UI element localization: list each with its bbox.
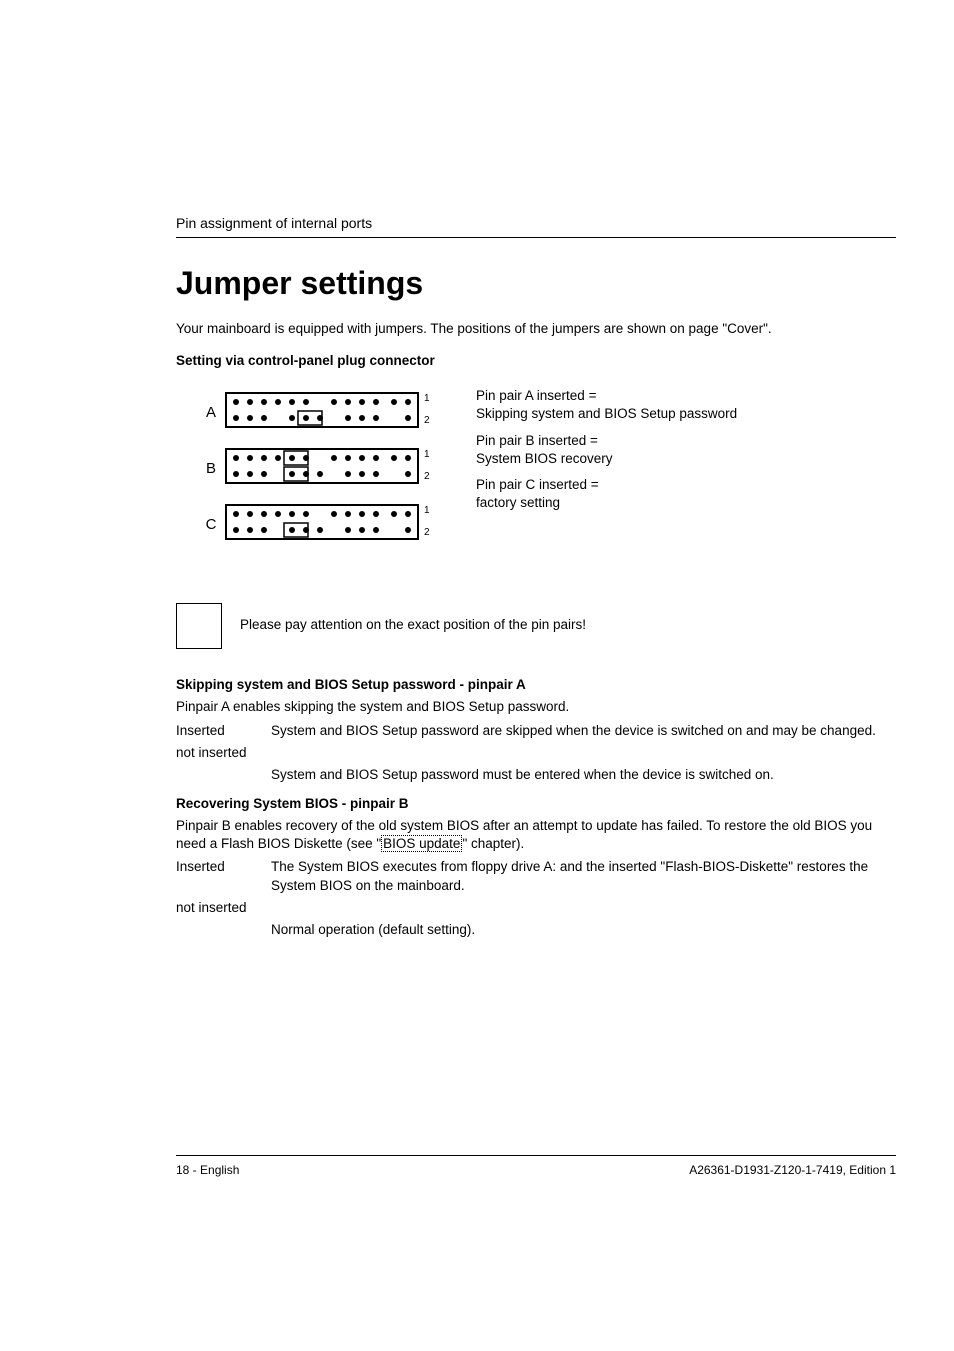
section-b-para-suffix: " chapter). <box>462 836 524 851</box>
desc-b-line1: Pin pair B inserted = <box>476 433 598 448</box>
setting-header: Setting via control-panel plug connector <box>176 352 896 370</box>
section-a-notinserted-text: System and BIOS Setup password must be e… <box>271 766 896 784</box>
section-b-inserted-text: The System BIOS executes from floppy dri… <box>271 858 896 894</box>
footer-rule <box>176 1155 896 1156</box>
desc-b-line2: System BIOS recovery <box>476 451 613 466</box>
svg-text:1: 1 <box>424 449 430 460</box>
svg-text:1: 1 <box>424 393 430 404</box>
page-title: Jumper settings <box>176 265 896 302</box>
section-a-heading: Skipping system and BIOS Setup password … <box>176 677 896 692</box>
desc-c-line1: Pin pair C inserted = <box>476 477 599 492</box>
note-text: Please pay attention on the exact positi… <box>222 603 586 632</box>
note-icon-box <box>176 603 222 649</box>
svg-text:A: A <box>206 404 216 421</box>
svg-text:1: 1 <box>424 505 430 516</box>
svg-text:2: 2 <box>424 527 430 538</box>
desc-a-line2: Skipping system and BIOS Setup password <box>476 406 737 421</box>
section-a-paragraph: Pinpair A enables skipping the system an… <box>176 698 896 716</box>
section-b-inserted-label: Inserted <box>176 858 271 894</box>
svg-text:C: C <box>206 516 217 533</box>
svg-text:2: 2 <box>424 415 430 426</box>
bios-update-link[interactable]: BIOS update <box>381 835 462 852</box>
svg-text:B: B <box>206 460 216 477</box>
section-a-inserted-label: Inserted <box>176 722 271 740</box>
footer-right: A26361-D1931-Z120-1-7419, Edition 1 <box>689 1163 896 1177</box>
footer-left: 18 - English <box>176 1163 239 1177</box>
section-b-notinserted-text: Normal operation (default setting). <box>271 921 896 939</box>
svg-text:2: 2 <box>424 471 430 482</box>
section-a-notinserted-label: not inserted <box>176 744 271 762</box>
section-b-paragraph: Pinpair B enables recovery of the old sy… <box>176 817 896 852</box>
intro-paragraph: Your mainboard is equipped with jumpers.… <box>176 320 896 338</box>
section-a-inserted-text: System and BIOS Setup password are skipp… <box>271 722 896 740</box>
desc-c-line2: factory setting <box>476 495 560 510</box>
diagram-descriptions: Pin pair A inserted = Skipping system an… <box>476 383 896 520</box>
section-b-notinserted-label: not inserted <box>176 899 271 917</box>
section-b-heading: Recovering System BIOS - pinpair B <box>176 796 896 811</box>
desc-a-line1: Pin pair A inserted = <box>476 388 596 403</box>
jumper-diagram: A <box>176 387 476 567</box>
